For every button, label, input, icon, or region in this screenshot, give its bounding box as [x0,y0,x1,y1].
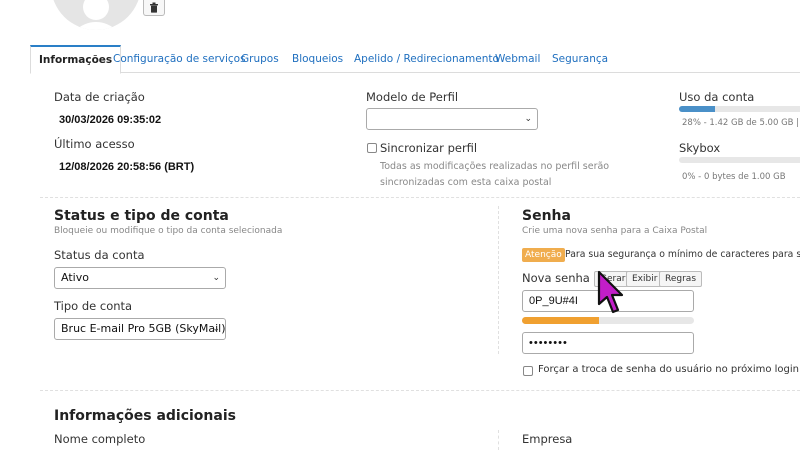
status-select-value: Ativo [61,271,89,284]
skybox-text: 0% - 0 bytes de 1.00 GB [682,172,786,182]
profile-model-select[interactable]: ⌄ [366,108,538,130]
confirm-password-input[interactable]: •••••••• [522,332,694,354]
show-password-button[interactable]: Exibir [626,271,664,287]
force-change-label: Forçar a troca de senha do usuário no pr… [538,364,800,375]
password-section-title: Senha [522,208,571,224]
password-warning-text: Para sua segurança o mínimo de caractere… [565,249,800,260]
usage-title: Uso da conta [679,90,755,104]
account-type-value: Bruc E-mail Pro 5GB (SkyMail) [61,322,226,335]
usage-bar-fill [679,106,716,112]
last-access-label: Último acesso [54,137,135,151]
new-password-label: Nova senha [522,271,590,285]
trash-icon [150,2,158,13]
password-section-subtitle: Crie uma nova senha para a Caixa Postal [522,226,708,236]
status-section-subtitle: Bloqueie ou modifique o tipo da conta se… [54,226,283,236]
tab-seguranca[interactable]: Segurança [552,45,608,73]
avatar [51,0,141,30]
tab-grupos[interactable]: Grupos [241,45,279,73]
account-type-label: Tipo de conta [54,299,133,313]
status-select[interactable]: Ativo ⌄ [54,267,226,289]
chevron-down-icon: ⌄ [524,114,532,124]
password-strength-bar [522,317,694,324]
force-change-checkbox[interactable] [523,366,533,376]
usage-bar [679,106,800,112]
chevron-down-icon: ⌄ [212,324,220,334]
tab-webmail[interactable]: Webmail [495,45,540,73]
section-divider-2 [40,390,800,391]
sync-profile-note: Todas as modificações realizadas no perf… [380,161,610,188]
mouse-cursor-icon [597,270,624,314]
tab-configuracao-servicos[interactable]: Configuração de serviços [113,45,246,73]
column-divider [498,206,499,354]
tab-bloqueios[interactable]: Bloqueios [292,45,343,73]
created-label: Data de criação [54,90,145,104]
profile-model-label: Modelo de Perfil [366,90,459,104]
avatar-head [83,0,109,20]
password-strength-fill [522,317,600,324]
warning-badge: Atenção [522,248,565,262]
section-divider [40,197,800,198]
sync-profile-label: Sincronizar perfil [380,141,478,155]
status-section-title: Status e tipo de conta [54,208,229,224]
skybox-bar [679,157,800,163]
account-type-select[interactable]: Bruc E-mail Pro 5GB (SkyMail) ⌄ [54,318,226,340]
password-rules-button[interactable]: Regras [659,271,703,287]
usage-text: 28% - 1.42 GB de 5.00 GB | 1 [682,118,800,128]
additional-section-title: Informações adicionais [54,408,236,424]
created-value: 30/03/2026 09:35:02 [59,114,162,126]
last-access-value: 12/08/2026 20:58:56 (BRT) [59,161,195,173]
sync-profile-checkbox[interactable] [367,143,377,153]
tab-apelido-redirecionamento[interactable]: Apelido / Redirecionamento [354,45,499,73]
status-label: Status da conta [54,248,145,262]
skybox-title: Skybox [679,141,721,155]
fullname-label: Nome completo [54,432,146,446]
delete-avatar-button[interactable] [143,0,165,16]
column-divider-2 [498,430,499,450]
company-label: Empresa [522,432,573,446]
chevron-down-icon: ⌄ [212,273,220,283]
avatar-body [67,22,125,30]
tab-bar: Informações Configuração de serviços Gru… [30,45,800,74]
tab-informacoes[interactable]: Informações [30,45,122,74]
